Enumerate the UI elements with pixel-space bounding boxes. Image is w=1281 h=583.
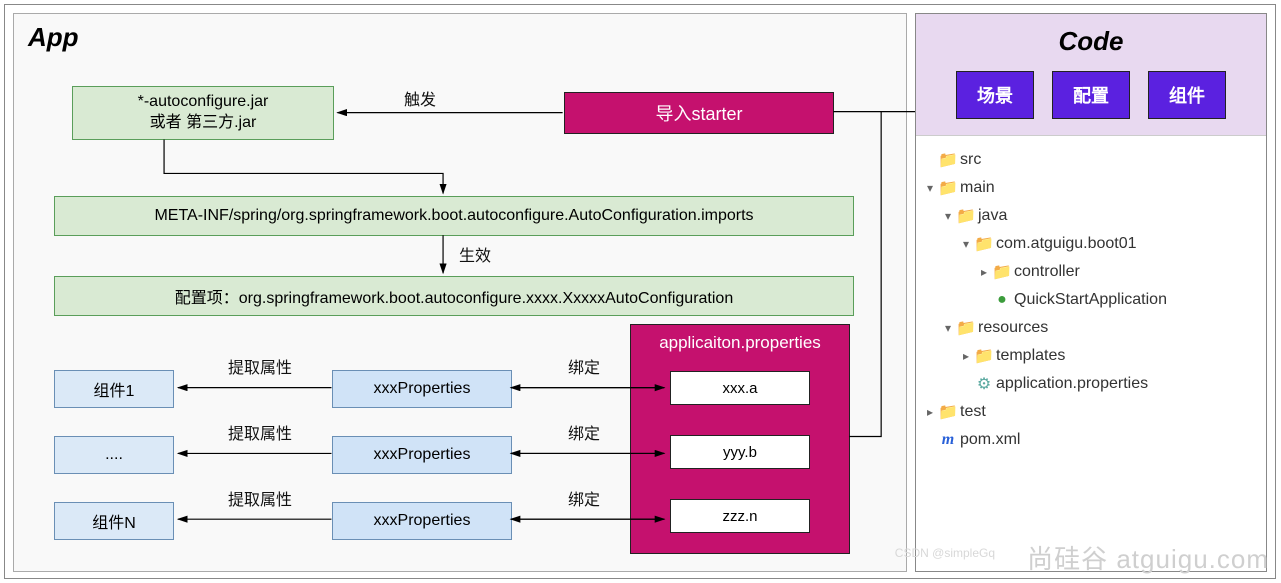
chevron-right-icon: ▸ bbox=[922, 405, 938, 419]
tree-application-properties[interactable]: ⚙ application.properties bbox=[922, 370, 1260, 398]
meta-inf-imports-box: META-INF/spring/org.springframework.boot… bbox=[54, 196, 854, 236]
chevron-right-icon: ▸ bbox=[958, 349, 974, 363]
tree-test-label: test bbox=[960, 403, 986, 421]
extract-label-2: 提取属性 bbox=[228, 420, 292, 444]
config-button-label: 配置 bbox=[1073, 86, 1109, 106]
bind-label-1: 绑定 bbox=[568, 354, 600, 378]
trigger-label: 触发 bbox=[404, 86, 436, 110]
tree-package[interactable]: ▾📁 com.atguigu.boot01 bbox=[922, 230, 1260, 258]
import-starter-label: 导入starter bbox=[655, 100, 742, 126]
component-ellipsis-label: .... bbox=[105, 446, 123, 464]
properties-1-label: xxxProperties bbox=[374, 380, 471, 398]
property-entry-3-label: zzz.n bbox=[722, 508, 757, 525]
code-header: Code 场景 配置 组件 bbox=[916, 14, 1266, 136]
code-title: Code bbox=[926, 26, 1256, 57]
maven-icon: m bbox=[938, 431, 958, 449]
tree-java-label: java bbox=[978, 207, 1007, 225]
property-entry-3: zzz.n bbox=[670, 499, 810, 533]
property-entry-2: yyy.b bbox=[670, 435, 810, 469]
chevron-down-icon: ▾ bbox=[922, 181, 938, 195]
autoconfigure-jar-line1: *-autoconfigure.jar bbox=[138, 92, 269, 113]
properties-2-box: xxxProperties bbox=[332, 436, 512, 474]
package-icon: 📁 bbox=[992, 262, 1012, 282]
tree-controller-label: controller bbox=[1014, 263, 1080, 281]
property-entry-2-label: yyy.b bbox=[723, 444, 757, 461]
app-panel: App 导入starter *-autoconfigure.jar 或者 第三方… bbox=[13, 13, 907, 572]
property-entry-1-label: xxx.a bbox=[722, 380, 757, 397]
scenario-button-label: 场景 bbox=[977, 86, 1013, 106]
component-ellipsis-box: .... bbox=[54, 436, 174, 474]
chevron-down-icon: ▾ bbox=[940, 321, 956, 335]
tree-templates[interactable]: ▸📁 templates bbox=[922, 342, 1260, 370]
folder-icon: 📁 bbox=[956, 318, 976, 338]
folder-icon: 📁 bbox=[938, 150, 958, 170]
meta-inf-imports-text: META-INF/spring/org.springframework.boot… bbox=[154, 207, 753, 225]
folder-icon: 📁 bbox=[938, 402, 958, 422]
file-tree: 📁 src ▾📁 main ▾📁 java ▾📁 com.atguigu.boo… bbox=[916, 136, 1266, 454]
application-properties-box: applicaiton.properties xxx.a yyy.b zzz.n bbox=[630, 324, 850, 554]
tree-pom-label: pom.xml bbox=[960, 431, 1020, 449]
bind-label-3: 绑定 bbox=[568, 486, 600, 510]
tree-src[interactable]: 📁 src bbox=[922, 146, 1260, 174]
effect-label: 生效 bbox=[459, 242, 491, 266]
component-1-box: 组件1 bbox=[54, 370, 174, 408]
component-button-label: 组件 bbox=[1169, 86, 1205, 106]
config-item-box: 配置项：org.springframework.boot.autoconfigu… bbox=[54, 276, 854, 316]
folder-icon: 📁 bbox=[974, 346, 994, 366]
tree-resources-label: resources bbox=[978, 319, 1048, 337]
tree-controller[interactable]: ▸📁 controller bbox=[922, 258, 1260, 286]
properties-file-icon: ⚙ bbox=[974, 374, 994, 394]
property-entry-1: xxx.a bbox=[670, 371, 810, 405]
extract-label-3: 提取属性 bbox=[228, 486, 292, 510]
chevron-down-icon: ▾ bbox=[940, 209, 956, 223]
import-starter-box: 导入starter bbox=[564, 92, 834, 134]
component-1-label: 组件1 bbox=[94, 377, 135, 401]
component-button[interactable]: 组件 bbox=[1148, 71, 1226, 119]
bind-label-2: 绑定 bbox=[568, 420, 600, 444]
component-n-box: 组件N bbox=[54, 502, 174, 540]
tree-templates-label: templates bbox=[996, 347, 1065, 365]
tree-app-class[interactable]: ● QuickStartApplication bbox=[922, 286, 1260, 314]
tree-application-properties-label: application.properties bbox=[996, 375, 1148, 393]
config-item-text: 配置项：org.springframework.boot.autoconfigu… bbox=[175, 284, 733, 308]
watermark-brand: 尚硅谷 atguigu.com bbox=[1027, 539, 1269, 576]
chevron-right-icon: ▸ bbox=[976, 265, 992, 279]
application-properties-title: applicaiton.properties bbox=[631, 325, 849, 363]
extract-label-1: 提取属性 bbox=[228, 354, 292, 378]
config-button[interactable]: 配置 bbox=[1052, 71, 1130, 119]
tree-app-class-label: QuickStartApplication bbox=[1014, 291, 1167, 309]
tree-resources[interactable]: ▾📁 resources bbox=[922, 314, 1260, 342]
tree-src-label: src bbox=[960, 151, 981, 169]
app-title: App bbox=[28, 22, 79, 53]
properties-3-label: xxxProperties bbox=[374, 512, 471, 530]
chevron-down-icon: ▾ bbox=[958, 237, 974, 251]
tree-package-label: com.atguigu.boot01 bbox=[996, 235, 1137, 253]
properties-1-box: xxxProperties bbox=[332, 370, 512, 408]
folder-icon: 📁 bbox=[956, 206, 976, 226]
properties-2-label: xxxProperties bbox=[374, 446, 471, 464]
diagram-root: App 导入starter *-autoconfigure.jar 或者 第三方… bbox=[4, 4, 1276, 579]
autoconfigure-jar-line2: 或者 第三方.jar bbox=[150, 113, 257, 134]
autoconfigure-jar-box: *-autoconfigure.jar 或者 第三方.jar bbox=[72, 86, 334, 140]
folder-icon: 📁 bbox=[938, 178, 958, 198]
tree-main[interactable]: ▾📁 main bbox=[922, 174, 1260, 202]
tree-test[interactable]: ▸📁 test bbox=[922, 398, 1260, 426]
package-icon: 📁 bbox=[974, 234, 994, 254]
tree-main-label: main bbox=[960, 179, 995, 197]
properties-3-box: xxxProperties bbox=[332, 502, 512, 540]
watermark-csdn: CSDN @simpleGq bbox=[895, 546, 995, 560]
scenario-button[interactable]: 场景 bbox=[956, 71, 1034, 119]
code-panel: Code 场景 配置 组件 📁 src ▾📁 main bbox=[915, 13, 1267, 572]
tree-java[interactable]: ▾📁 java bbox=[922, 202, 1260, 230]
java-class-icon: ● bbox=[992, 291, 1012, 309]
component-n-label: 组件N bbox=[92, 509, 136, 533]
tree-pom[interactable]: m pom.xml bbox=[922, 426, 1260, 454]
